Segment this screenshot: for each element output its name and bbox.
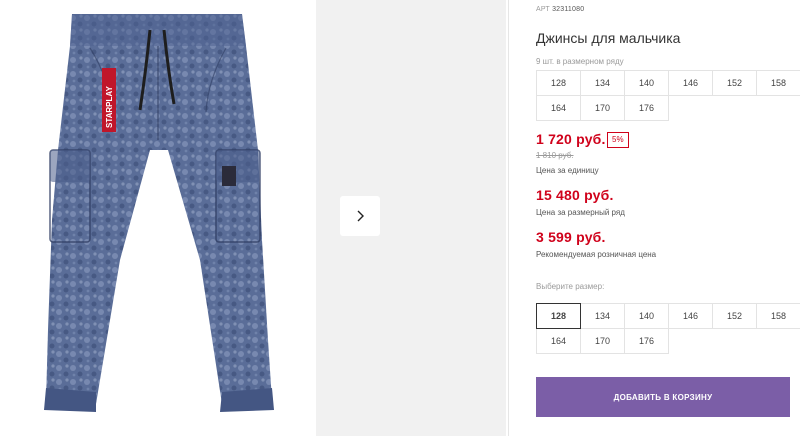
next-image-button[interactable] [340, 196, 380, 236]
starplay-tag: STARPLAY [105, 86, 114, 128]
range-size-cell: 146 [668, 70, 713, 96]
size-option[interactable]: 134 [580, 303, 625, 329]
size-option[interactable]: 164 [536, 328, 581, 354]
range-size-cell: 158 [756, 70, 800, 96]
retail-price-caption: Рекомендуемая розничная цена [536, 250, 657, 259]
product-image[interactable]: STARPLAY [0, 0, 316, 436]
size-option[interactable]: 140 [624, 303, 669, 329]
size-range-grid: 128 134 140 146 152 158 164 170 176 [536, 70, 800, 121]
discount-badge: 5% [607, 132, 629, 148]
range-size-cell: 176 [624, 95, 669, 121]
range-price: 15 480 руб. [536, 187, 614, 203]
size-selector: 128 134 140 146 152 158 164 170 176 [536, 303, 800, 354]
size-option[interactable]: 146 [668, 303, 713, 329]
retail-price: 3 599 руб. [536, 229, 606, 245]
size-range-label: 9 шт. в размерном ряду [536, 57, 624, 66]
jeans-image: STARPLAY [44, 14, 274, 412]
range-price-caption: Цена за размерный ряд [536, 208, 625, 217]
unit-price: 1 720 руб. [536, 131, 606, 147]
size-option[interactable]: 152 [712, 303, 757, 329]
size-option[interactable]: 170 [580, 328, 625, 354]
unit-price-caption: Цена за единицу [536, 166, 599, 175]
range-size-cell: 134 [580, 70, 625, 96]
chevron-right-icon [357, 210, 364, 222]
size-option[interactable]: 176 [624, 328, 669, 354]
article-number: АРТ 32311080 [536, 6, 585, 13]
add-to-cart-button[interactable]: ДОБАВИТЬ В КОРЗИНУ [536, 377, 790, 417]
range-size-cell: 128 [536, 70, 581, 96]
panel-divider [508, 0, 509, 436]
range-size-cell: 164 [536, 95, 581, 121]
range-size-cell: 152 [712, 70, 757, 96]
old-price: 1 810 руб. [536, 151, 574, 160]
size-option-selected[interactable]: 128 [536, 303, 581, 329]
range-size-cell: 140 [624, 70, 669, 96]
gallery-next-panel [316, 0, 506, 436]
product-info: АРТ 32311080 Джинсы для мальчика 9 шт. в… [536, 0, 800, 436]
product-title: Джинсы для мальчика [536, 30, 681, 46]
choose-size-label: Выберите размер: [536, 282, 605, 291]
range-size-cell: 170 [580, 95, 625, 121]
size-option[interactable]: 158 [756, 303, 800, 329]
